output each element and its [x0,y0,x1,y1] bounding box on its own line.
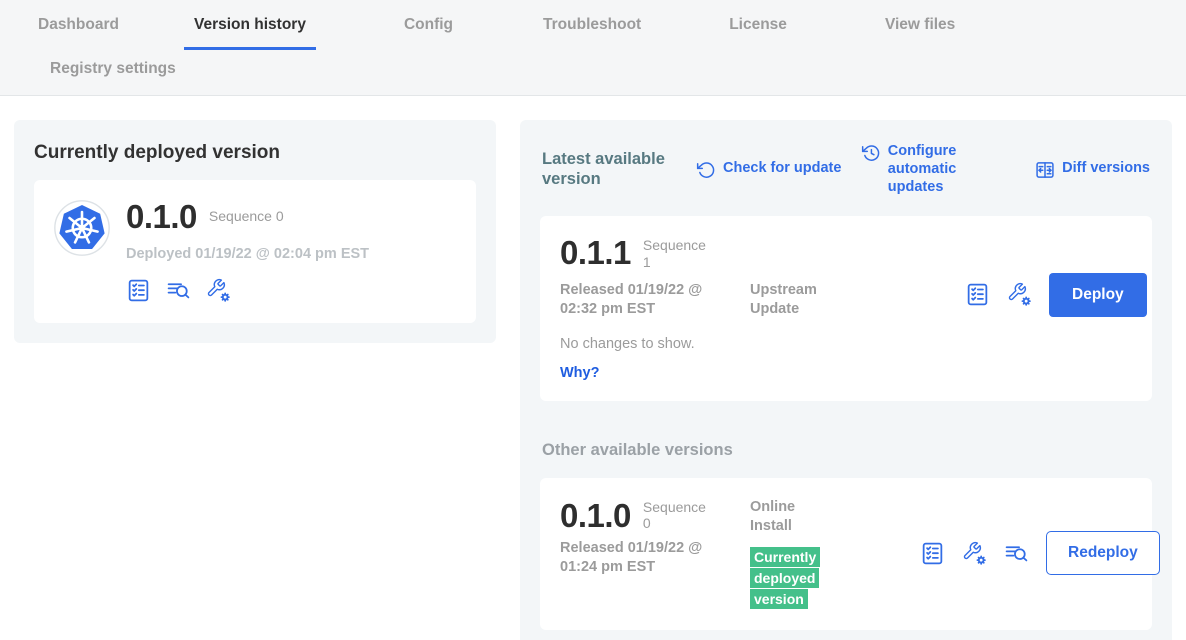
latest-version-card: 0.1.1 Sequence 1 Released 01/19/22 @ 02:… [540,216,1152,400]
latest-version-row: 0.1.1 Sequence 1 [560,234,750,271]
configure-automatic-updates-link[interactable]: Configure automatic updates [861,142,1016,196]
tab-registry-settings[interactable]: Registry settings [40,50,186,95]
deployed-version-number: 0.1.0 [126,200,197,233]
tab-troubleshoot[interactable]: Troubleshoot [533,6,651,50]
deployed-version-card: 0.1.0 Sequence 0 Deployed 01/19/22 @ 02:… [34,180,476,323]
currently-deployed-badge: Currently deployed version [750,547,826,610]
other-version-actions: Redeploy [920,531,1160,575]
diff-versions-link[interactable]: Diff versions [1035,159,1150,180]
header-action-links: Check for update Configure automatic upd… [696,142,1150,196]
deployed-timestamp: Deployed 01/19/22 @ 02:04 pm EST [126,246,369,262]
latest-sequence-label: Sequence 1 [643,237,715,271]
other-version-card: 0.1.0 Sequence 0 Online Install Redeploy… [540,478,1152,631]
other-released-timestamp: Released 01/19/22 @ 01:24 pm EST [560,539,725,610]
latest-version-number: 0.1.1 [560,236,631,269]
version-history-page: Currently deployed version 0.1.0 Sequenc… [0,96,1186,640]
why-link[interactable]: Why? [560,365,599,381]
check-for-update-label: Check for update [723,159,841,177]
diff-icon [1035,160,1055,180]
currently-deployed-title: Currently deployed version [34,142,476,164]
kubernetes-logo-icon [54,200,110,256]
latest-version-source: Upstream Update [750,281,840,319]
redeploy-button[interactable]: Redeploy [1046,531,1160,575]
top-nav: Dashboard Version history Config Trouble… [0,0,1186,96]
other-version-row: 0.1.0 Sequence 0 [560,496,750,536]
nav-tabs-row-2: Registry settings [0,50,1186,95]
currently-deployed-panel: Currently deployed version 0.1.0 Sequenc… [14,120,496,343]
refresh-icon [696,160,716,180]
deployed-version-info: 0.1.0 Sequence 0 Deployed 01/19/22 @ 02:… [126,200,369,303]
edit-config-icon[interactable] [206,278,231,303]
currently-deployed-badge-label: Currently deployed version [750,547,820,609]
nav-tabs-row-1: Dashboard Version history Config Trouble… [0,6,1186,50]
latest-released-timestamp: Released 01/19/22 @ 02:32 pm EST [560,281,725,319]
other-version-source: Online Install [750,498,840,536]
tab-view-files[interactable]: View files [875,6,965,50]
latest-available-header: Latest available version Check for updat… [542,142,1150,196]
edit-config-icon[interactable] [1007,282,1032,307]
other-sequence-label: Sequence 0 [643,499,715,533]
check-for-update-link[interactable]: Check for update [696,159,841,180]
tab-version-history[interactable]: Version history [184,6,316,50]
deploy-logs-icon[interactable] [166,278,191,303]
tab-config[interactable]: Config [394,6,463,50]
deploy-button[interactable]: Deploy [1049,273,1147,317]
other-version-number: 0.1.0 [560,499,631,532]
tab-dashboard[interactable]: Dashboard [28,6,129,50]
other-available-versions-title: Other available versions [542,441,1150,460]
available-versions-panel: Latest available version Check for updat… [520,120,1172,640]
preflight-checks-icon[interactable] [965,282,990,307]
deploy-logs-icon[interactable] [1004,541,1029,566]
deployed-action-icons [126,278,369,303]
diff-versions-label: Diff versions [1062,159,1150,177]
no-changes-text: No changes to show. [560,336,1147,352]
deployed-sequence-label: Sequence 0 [209,208,284,225]
configure-automatic-updates-label: Configure automatic updates [888,142,1016,196]
schedule-update-icon [861,143,881,163]
preflight-checks-icon[interactable] [126,278,151,303]
preflight-checks-icon[interactable] [920,541,945,566]
tab-license[interactable]: License [719,6,797,50]
latest-available-title: Latest available version [542,149,670,190]
latest-version-actions: Deploy [965,273,1147,317]
edit-config-icon[interactable] [962,541,987,566]
